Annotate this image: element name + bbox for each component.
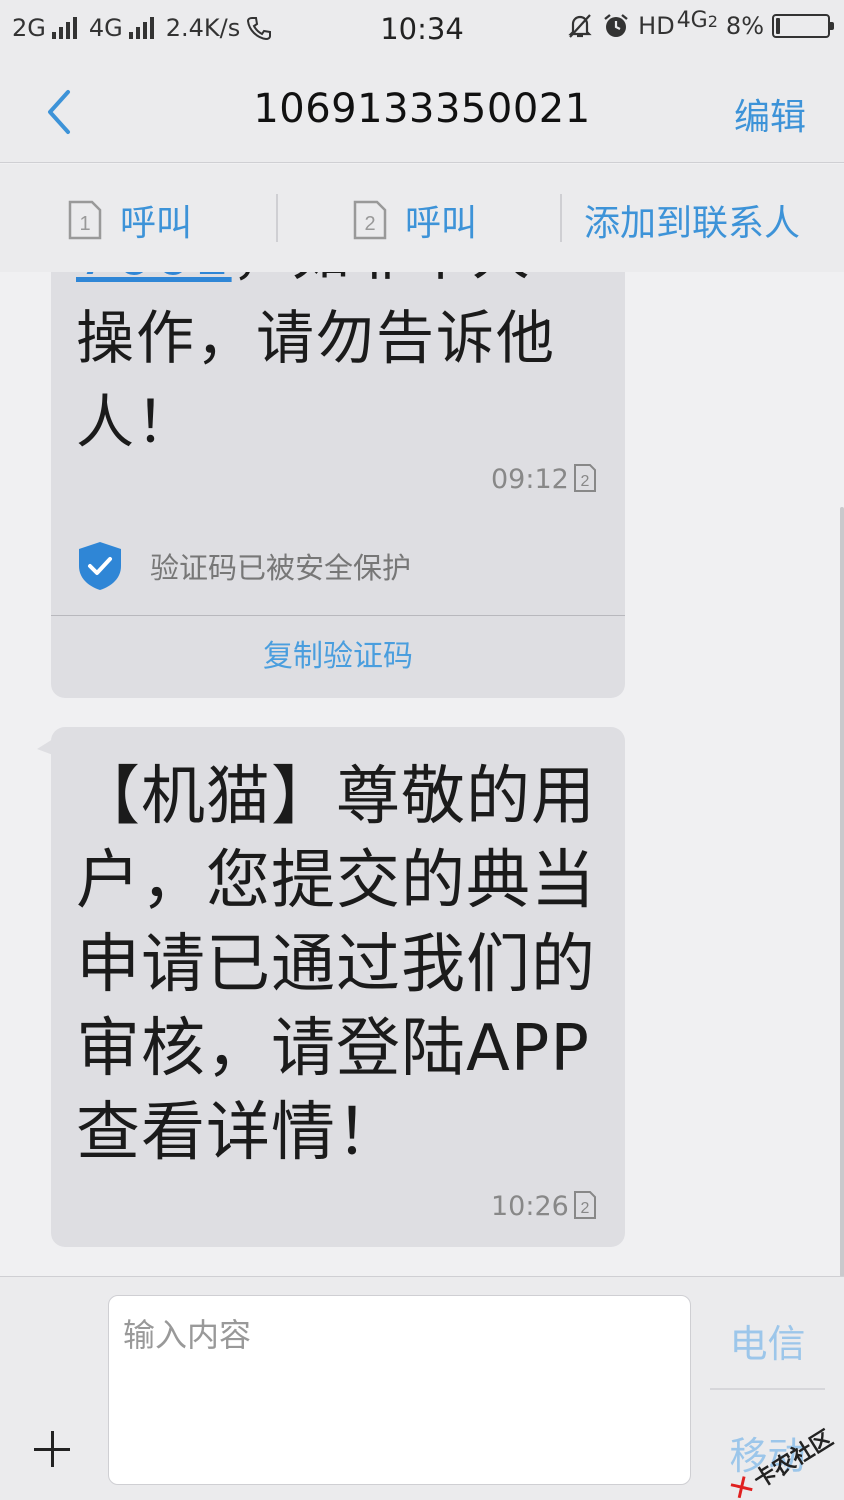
status-bar: 2G 4G 2.4K/s 10:34 HD 4G2 8% <box>0 0 844 58</box>
call-sim2-label: 呼叫 <box>405 203 478 244</box>
compose-bar: 输入内容 电信 移动 ✕ 卡农社区 <box>0 1276 844 1500</box>
call-sim1-label: 呼叫 <box>120 203 193 244</box>
hd-label: HD <box>638 12 675 40</box>
conversation-header: 1069133350021 编辑 <box>0 58 844 163</box>
message-time: 09:12 <box>491 464 569 495</box>
action-divider <box>276 194 278 242</box>
sim1-icon: 1 <box>68 200 102 240</box>
mute-icon <box>568 14 592 38</box>
sim2-icon: 2 <box>574 464 596 492</box>
message-bubble[interactable]: 【机猫】尊敬的用 户，您提交的典当 申请已通过我们的 审核，请登陆APP 查看详… <box>37 727 625 1247</box>
battery-icon <box>772 14 834 38</box>
code-link[interactable]: 7661 <box>76 272 232 288</box>
scrollbar[interactable] <box>840 507 844 1276</box>
svg-text:2: 2 <box>364 213 375 235</box>
call-sim2-button[interactable]: 2 呼叫 <box>353 194 477 246</box>
message-line: 操作，请勿告诉他 <box>76 304 557 372</box>
message-bubble[interactable]: 7661，如非本人 操作，请勿告诉他 人！ 09:12 2 验证码已被安全保护 … <box>51 272 625 698</box>
protect-text: 验证码已被安全保护 <box>150 551 412 585</box>
message-text-fragment: ，如非本人 <box>232 272 532 288</box>
send-divider <box>710 1388 825 1390</box>
message-line: 查看详情！ <box>76 1096 401 1170</box>
message-text: 7661，如非本人 操作，请勿告诉他 人！ <box>76 272 606 464</box>
edit-button[interactable]: 编辑 <box>734 88 806 140</box>
action-bar: 1 呼叫 2 呼叫 添加到联系人 <box>0 164 844 272</box>
bubble-divider <box>51 615 625 616</box>
add-contact-button[interactable]: 添加到联系人 <box>584 194 800 246</box>
sim2-icon: 2 <box>574 1191 596 1219</box>
message-line: 人！ <box>76 388 197 456</box>
action-divider <box>560 194 562 242</box>
message-line: 【机猫】尊敬的用 <box>76 760 596 834</box>
status-right: HD 4G2 8% <box>566 8 834 40</box>
security-protect-row: 验证码已被安全保护 <box>76 540 411 592</box>
message-input[interactable]: 输入内容 <box>108 1295 691 1485</box>
message-line: 审核，请登陆APP <box>76 1012 590 1086</box>
add-attachment-button[interactable] <box>34 1429 74 1469</box>
bubble-tail <box>37 739 53 755</box>
message-input-placeholder: 输入内容 <box>123 1316 252 1354</box>
sim2-icon: 2 <box>353 200 387 240</box>
copy-code-button[interactable]: 复制验证码 <box>51 624 625 690</box>
message-time: 10:26 <box>491 1191 569 1222</box>
message-line: 申请已通过我们的 <box>76 928 596 1002</box>
message-line: 户，您提交的典当 <box>76 844 596 918</box>
call-sim1-button[interactable]: 1 呼叫 <box>68 194 192 246</box>
battery-percent: 8% <box>725 12 764 40</box>
net-type-label: 4G2 <box>676 7 718 33</box>
message-text: 【机猫】尊敬的用 户，您提交的典当 申请已通过我们的 审核，请登陆APP 查看详… <box>76 755 616 1175</box>
svg-text:2: 2 <box>581 1200 590 1217</box>
send-telecom-button[interactable]: 电信 <box>710 1313 825 1368</box>
add-contact-label: 添加到联系人 <box>584 203 801 244</box>
shield-check-icon <box>79 542 121 590</box>
message-list[interactable]: 7661，如非本人 操作，请勿告诉他 人！ 09:12 2 验证码已被安全保护 … <box>0 272 844 1276</box>
conversation-title: 1069133350021 <box>253 86 591 132</box>
svg-text:1: 1 <box>79 213 90 235</box>
alarm-icon <box>604 14 628 37</box>
svg-text:2: 2 <box>581 473 590 490</box>
